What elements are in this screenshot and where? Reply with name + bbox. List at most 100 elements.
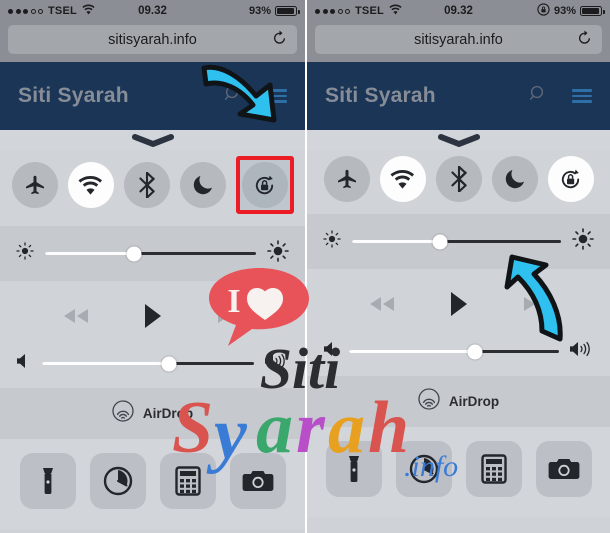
airdrop-icon bbox=[418, 388, 440, 415]
battery-icon bbox=[275, 6, 300, 16]
media-buttons bbox=[307, 285, 610, 327]
app-shortcut-calculator[interactable] bbox=[159, 453, 216, 509]
toggle-wifi[interactable] bbox=[379, 156, 426, 202]
wifi-icon bbox=[389, 4, 402, 18]
app-shortcuts-section bbox=[0, 439, 305, 529]
url-bar[interactable]: sitisyarah.info bbox=[8, 25, 297, 54]
airdrop-row[interactable]: AirDrop bbox=[0, 400, 305, 427]
reload-icon[interactable] bbox=[271, 29, 288, 50]
toggle-do-not-disturb[interactable] bbox=[179, 162, 226, 208]
brightness-low-icon bbox=[323, 230, 341, 253]
browser-toolbar: sitisyarah.info bbox=[0, 22, 305, 62]
toggle-rotation-lock[interactable] bbox=[241, 162, 288, 208]
airdrop-row[interactable]: AirDrop bbox=[307, 388, 610, 415]
brightness-high-icon bbox=[572, 228, 594, 255]
site-title: Siti Syarah bbox=[325, 84, 436, 107]
url-text: sitisyarah.info bbox=[108, 31, 197, 48]
chevron-down-handle-icon[interactable] bbox=[307, 130, 610, 150]
volume-slider[interactable] bbox=[42, 356, 254, 371]
signal-strength-dots bbox=[8, 8, 43, 14]
site-header-icons bbox=[224, 84, 287, 108]
search-icon[interactable] bbox=[529, 84, 548, 108]
volume-slider-knob[interactable] bbox=[161, 356, 177, 371]
browser-toolbar: sitisyarah.info bbox=[307, 22, 610, 62]
airdrop-section[interactable]: AirDrop bbox=[307, 376, 610, 427]
toggle-wifi[interactable] bbox=[67, 162, 114, 208]
status-bar-right: 93% bbox=[248, 5, 300, 17]
toggle-row bbox=[0, 156, 305, 214]
toggle-bluetooth[interactable] bbox=[435, 156, 482, 202]
brightness-section bbox=[307, 214, 610, 269]
search-icon[interactable] bbox=[224, 84, 243, 108]
status-bar: TSEL 09.32 93% bbox=[0, 0, 305, 22]
rotation-lock-highlight-box bbox=[235, 156, 294, 214]
toggle-bluetooth[interactable] bbox=[123, 162, 170, 208]
control-center: AirDrop bbox=[307, 130, 610, 517]
play-icon[interactable] bbox=[449, 291, 469, 322]
volume-high-icon bbox=[265, 353, 289, 374]
app-shortcuts-section bbox=[307, 427, 610, 517]
airdrop-icon bbox=[112, 400, 134, 427]
fast-forward-icon[interactable] bbox=[521, 295, 551, 318]
media-section bbox=[307, 269, 610, 376]
volume-low-icon bbox=[16, 353, 31, 374]
volume-low-icon bbox=[323, 341, 338, 362]
toggle-section bbox=[0, 150, 305, 226]
panel-after: TSEL 09.32 93% sitisyarah.info Siti Syar… bbox=[305, 0, 610, 533]
hamburger-menu-icon[interactable] bbox=[267, 89, 287, 103]
app-shortcut-camera[interactable] bbox=[535, 441, 592, 497]
rewind-icon[interactable] bbox=[61, 307, 91, 330]
brightness-low-icon bbox=[16, 242, 34, 265]
airdrop-label: AirDrop bbox=[142, 406, 194, 421]
volume-slider-row bbox=[0, 353, 305, 374]
status-bar-right: 93% bbox=[537, 3, 605, 19]
i-love-bubble-watermark: I bbox=[206, 266, 312, 350]
brightness-slider[interactable] bbox=[45, 246, 256, 261]
rewind-icon[interactable] bbox=[367, 295, 397, 318]
toggle-row bbox=[307, 156, 610, 202]
site-title: Siti Syarah bbox=[18, 84, 129, 107]
toggle-section bbox=[307, 150, 610, 214]
play-icon[interactable] bbox=[143, 303, 163, 334]
battery-percent: 93% bbox=[248, 5, 271, 17]
toggle-rotation-lock[interactable] bbox=[547, 156, 594, 202]
status-bar-left: TSEL bbox=[315, 4, 402, 18]
battery-percent: 93% bbox=[553, 5, 576, 17]
url-text: sitisyarah.info bbox=[414, 31, 503, 48]
volume-slider-knob[interactable] bbox=[467, 344, 483, 359]
airdrop-label: AirDrop bbox=[448, 394, 500, 409]
site-header: Siti Syarah bbox=[0, 62, 305, 130]
carrier-name: TSEL bbox=[48, 5, 77, 17]
site-header-icons bbox=[529, 84, 592, 108]
airdrop-section[interactable]: AirDrop bbox=[0, 388, 305, 439]
reload-icon[interactable] bbox=[576, 29, 593, 50]
status-bar: TSEL 09.32 93% bbox=[307, 0, 610, 22]
chevron-down-handle-icon[interactable] bbox=[0, 130, 305, 150]
brightness-high-icon bbox=[267, 240, 289, 267]
site-header: Siti Syarah bbox=[307, 62, 610, 130]
wifi-icon bbox=[82, 4, 95, 18]
app-shortcut-flashlight[interactable] bbox=[325, 441, 382, 497]
hamburger-menu-icon[interactable] bbox=[572, 89, 592, 103]
volume-slider-row bbox=[307, 341, 610, 362]
brightness-slider-knob[interactable] bbox=[432, 234, 448, 249]
toggle-do-not-disturb[interactable] bbox=[491, 156, 538, 202]
app-shortcut-timer[interactable] bbox=[89, 453, 146, 509]
volume-slider[interactable] bbox=[349, 344, 559, 359]
screenshot-stage: TSEL 09.32 93% sitisyarah.info Siti Syar… bbox=[0, 0, 610, 533]
signal-strength-dots bbox=[315, 8, 350, 14]
svg-text:I: I bbox=[227, 283, 240, 320]
app-shortcut-flashlight[interactable] bbox=[19, 453, 76, 509]
url-bar[interactable]: sitisyarah.info bbox=[315, 25, 602, 54]
brightness-slider[interactable] bbox=[352, 234, 561, 249]
app-shortcut-row bbox=[0, 453, 305, 509]
toggle-airplane-mode[interactable] bbox=[11, 162, 58, 208]
carrier-name: TSEL bbox=[355, 5, 384, 17]
brightness-slider-knob[interactable] bbox=[126, 246, 142, 261]
app-shortcut-calculator[interactable] bbox=[465, 441, 522, 497]
app-shortcut-timer[interactable] bbox=[395, 441, 452, 497]
toggle-airplane-mode[interactable] bbox=[323, 156, 370, 202]
app-shortcut-camera[interactable] bbox=[229, 453, 286, 509]
status-bar-left: TSEL bbox=[8, 4, 95, 18]
battery-icon bbox=[580, 6, 605, 16]
